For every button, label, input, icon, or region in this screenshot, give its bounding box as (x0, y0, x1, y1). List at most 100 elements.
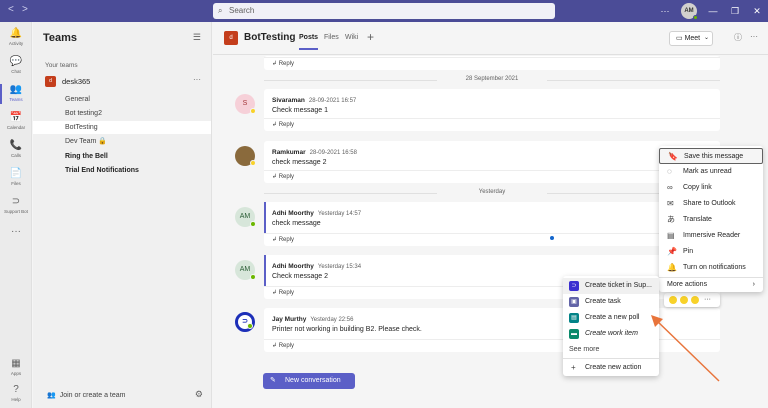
team-more-icon[interactable]: ··· (193, 75, 201, 84)
message-card[interactable]: Sivaraman 28-09-2021 16:57 Check message … (264, 89, 720, 131)
channel-dev-team[interactable]: Dev Team 🔒 (33, 135, 211, 148)
help-icon: ? (13, 384, 19, 395)
menu-mark-unread[interactable]: ◌ Mark as unread (659, 164, 763, 180)
rail-chat[interactable]: 💬 Chat (0, 56, 32, 74)
rail-activity[interactable]: 🔔 Activity (0, 28, 32, 46)
pin-icon: 📌 (667, 247, 677, 256)
heart-emoji-icon[interactable] (680, 296, 688, 304)
reply-link[interactable]: ↲ Reply (264, 170, 720, 183)
search-input[interactable]: ⌕ Search (213, 3, 555, 19)
tab-wiki[interactable]: Wiki (345, 34, 358, 41)
chevron-down-icon[interactable]: ⌄ (704, 32, 709, 45)
rail-teams[interactable]: 👥 Teams (0, 84, 32, 104)
calendar-icon: 📅 (9, 112, 23, 123)
rail-files[interactable]: 📄 Files (0, 168, 32, 186)
menu-immersive-reader[interactable]: ▤ Immersive Reader (659, 228, 763, 244)
rail-calls[interactable]: 📞 Calls (0, 140, 32, 158)
channel-bottesting[interactable]: BotTesting (33, 121, 211, 134)
see-more-link[interactable]: See more (569, 346, 599, 353)
new-conversation-button[interactable]: ✎ New conversation (263, 373, 355, 389)
chat-icon: 💬 (9, 56, 23, 67)
presence-available-icon (250, 274, 256, 280)
channel-header: d BotTesting Posts Files Wiki + ▭ Meet ⌄ … (213, 22, 768, 55)
rail-support-bot[interactable]: ⊃ Support Bot (0, 196, 32, 214)
message-card[interactable]: Adhi Moorthy Yesterday 14:57 check messag… (264, 202, 720, 246)
message-options-menu: 🔖 Save this message ◌ Mark as unread ∞ Copy… (659, 146, 763, 292)
message-text: Check message 2 (272, 273, 329, 280)
info-icon[interactable]: ⓘ (734, 32, 742, 43)
file-icon: 📄 (9, 168, 23, 179)
teams-icon: 👥 (9, 84, 23, 95)
avatar-initials: AM (684, 8, 694, 14)
gear-icon[interactable]: ⚙ (195, 389, 203, 400)
rail-calendar[interactable]: 📅 Calendar (0, 112, 32, 130)
menu-more-actions[interactable]: More actions › (659, 277, 763, 293)
teams-panel: Teams ☰ Your teams d desk365 ··· General… (33, 22, 212, 408)
unread-icon: ◌ (667, 167, 672, 176)
compose-icon: ✎ (270, 377, 276, 384)
reply-link[interactable]: ↲ Reply (264, 118, 720, 131)
reply-link[interactable]: ↲ Reply (264, 57, 720, 70)
add-tab-icon[interactable]: + (367, 30, 374, 44)
menu-pin[interactable]: 📌 Pin (659, 244, 763, 260)
app-rail: 🔔 Activity 💬 Chat 👥 Teams 📅 Calendar 📞 Calls … (0, 22, 32, 408)
menu-share-outlook[interactable]: ✉ Share to Outlook (659, 196, 763, 212)
phone-icon: 📞 (9, 140, 23, 151)
message-text: Printer not working in building B2. Plea… (272, 326, 422, 333)
menu-copy-link[interactable]: ∞ Copy link (659, 180, 763, 196)
team-desk365[interactable]: d desk365 ··· (45, 75, 205, 89)
rail-help[interactable]: ? Help (0, 384, 32, 402)
meet-button[interactable]: ▭ Meet ⌄ (669, 31, 713, 46)
bell-icon: 🔔 (9, 28, 23, 39)
message-time: 28-09-2021 16:57 (308, 98, 357, 104)
annotation-arrow (651, 315, 720, 382)
more-options-icon[interactable]: ··· (750, 32, 758, 41)
avatar (235, 146, 256, 166)
filter-icon[interactable]: ☰ (193, 32, 201, 43)
menu-translate[interactable]: あ Translate (659, 212, 763, 228)
plus-icon: + (571, 363, 576, 372)
rail-apps[interactable]: ▦ Apps (0, 358, 32, 376)
more-options-icon[interactable]: ··· (654, 6, 676, 16)
message-author: Ramkumar (272, 149, 306, 156)
reply-link[interactable]: ↲ Reply (264, 233, 720, 246)
menu-turn-on-notifications[interactable]: 🔔 Turn on notifications (659, 260, 763, 276)
tab-posts[interactable]: Posts (299, 34, 319, 50)
message-author: Jay Murthy (272, 316, 307, 323)
date-divider: Yesterday (264, 189, 720, 195)
join-create-team[interactable]: 👥 Join or create a team (47, 391, 125, 399)
channel-trial-end-notifications[interactable]: Trial End Notifications (33, 164, 211, 177)
like-emoji-icon[interactable] (669, 296, 677, 304)
avatar[interactable]: AM (681, 3, 698, 20)
support-bot-app-icon: ⊃ (569, 281, 579, 291)
tab-files[interactable]: Files (324, 34, 339, 41)
close-button[interactable]: ✕ (746, 6, 768, 17)
translate-icon: あ (667, 215, 675, 224)
message-author: Adhi Moorthy (272, 210, 314, 217)
forward-icon[interactable]: > (22, 4, 28, 15)
channel-bot-testing2[interactable]: Bot testing2 (33, 107, 211, 120)
action-create-ticket[interactable]: ⊃ Create ticket in Sup... (563, 278, 659, 294)
bell-icon: 🔔 (667, 263, 677, 272)
message-text: check message 2 (272, 159, 327, 166)
apps-icon: ▦ (11, 358, 21, 369)
more-options-icon[interactable]: ··· (704, 293, 711, 307)
join-team-icon: 👥 (47, 392, 56, 399)
channel-general[interactable]: General (33, 93, 211, 106)
back-icon[interactable]: < (8, 4, 14, 15)
laugh-emoji-icon[interactable] (691, 296, 699, 304)
minimize-button[interactable]: — (702, 6, 724, 16)
message-card[interactable]: Ramkumar 28-09-2021 16:58 check message 2… (264, 141, 720, 183)
search-icon: ⌕ (218, 6, 223, 15)
section-label: Your teams (45, 62, 78, 69)
avatar: AM (235, 207, 256, 227)
menu-save-message[interactable]: 🔖 Save this message (659, 148, 763, 164)
maximize-button[interactable]: ❐ (724, 6, 746, 17)
reader-icon: ▤ (667, 231, 675, 240)
channel-ring-the-bell[interactable]: Ring the Bell (33, 150, 211, 163)
team-logo: d (45, 76, 56, 87)
presence-available-icon (250, 221, 256, 227)
arrow-line (654, 318, 720, 382)
mail-icon: ✉ (667, 199, 674, 208)
rail-more[interactable]: ··· (0, 226, 32, 238)
